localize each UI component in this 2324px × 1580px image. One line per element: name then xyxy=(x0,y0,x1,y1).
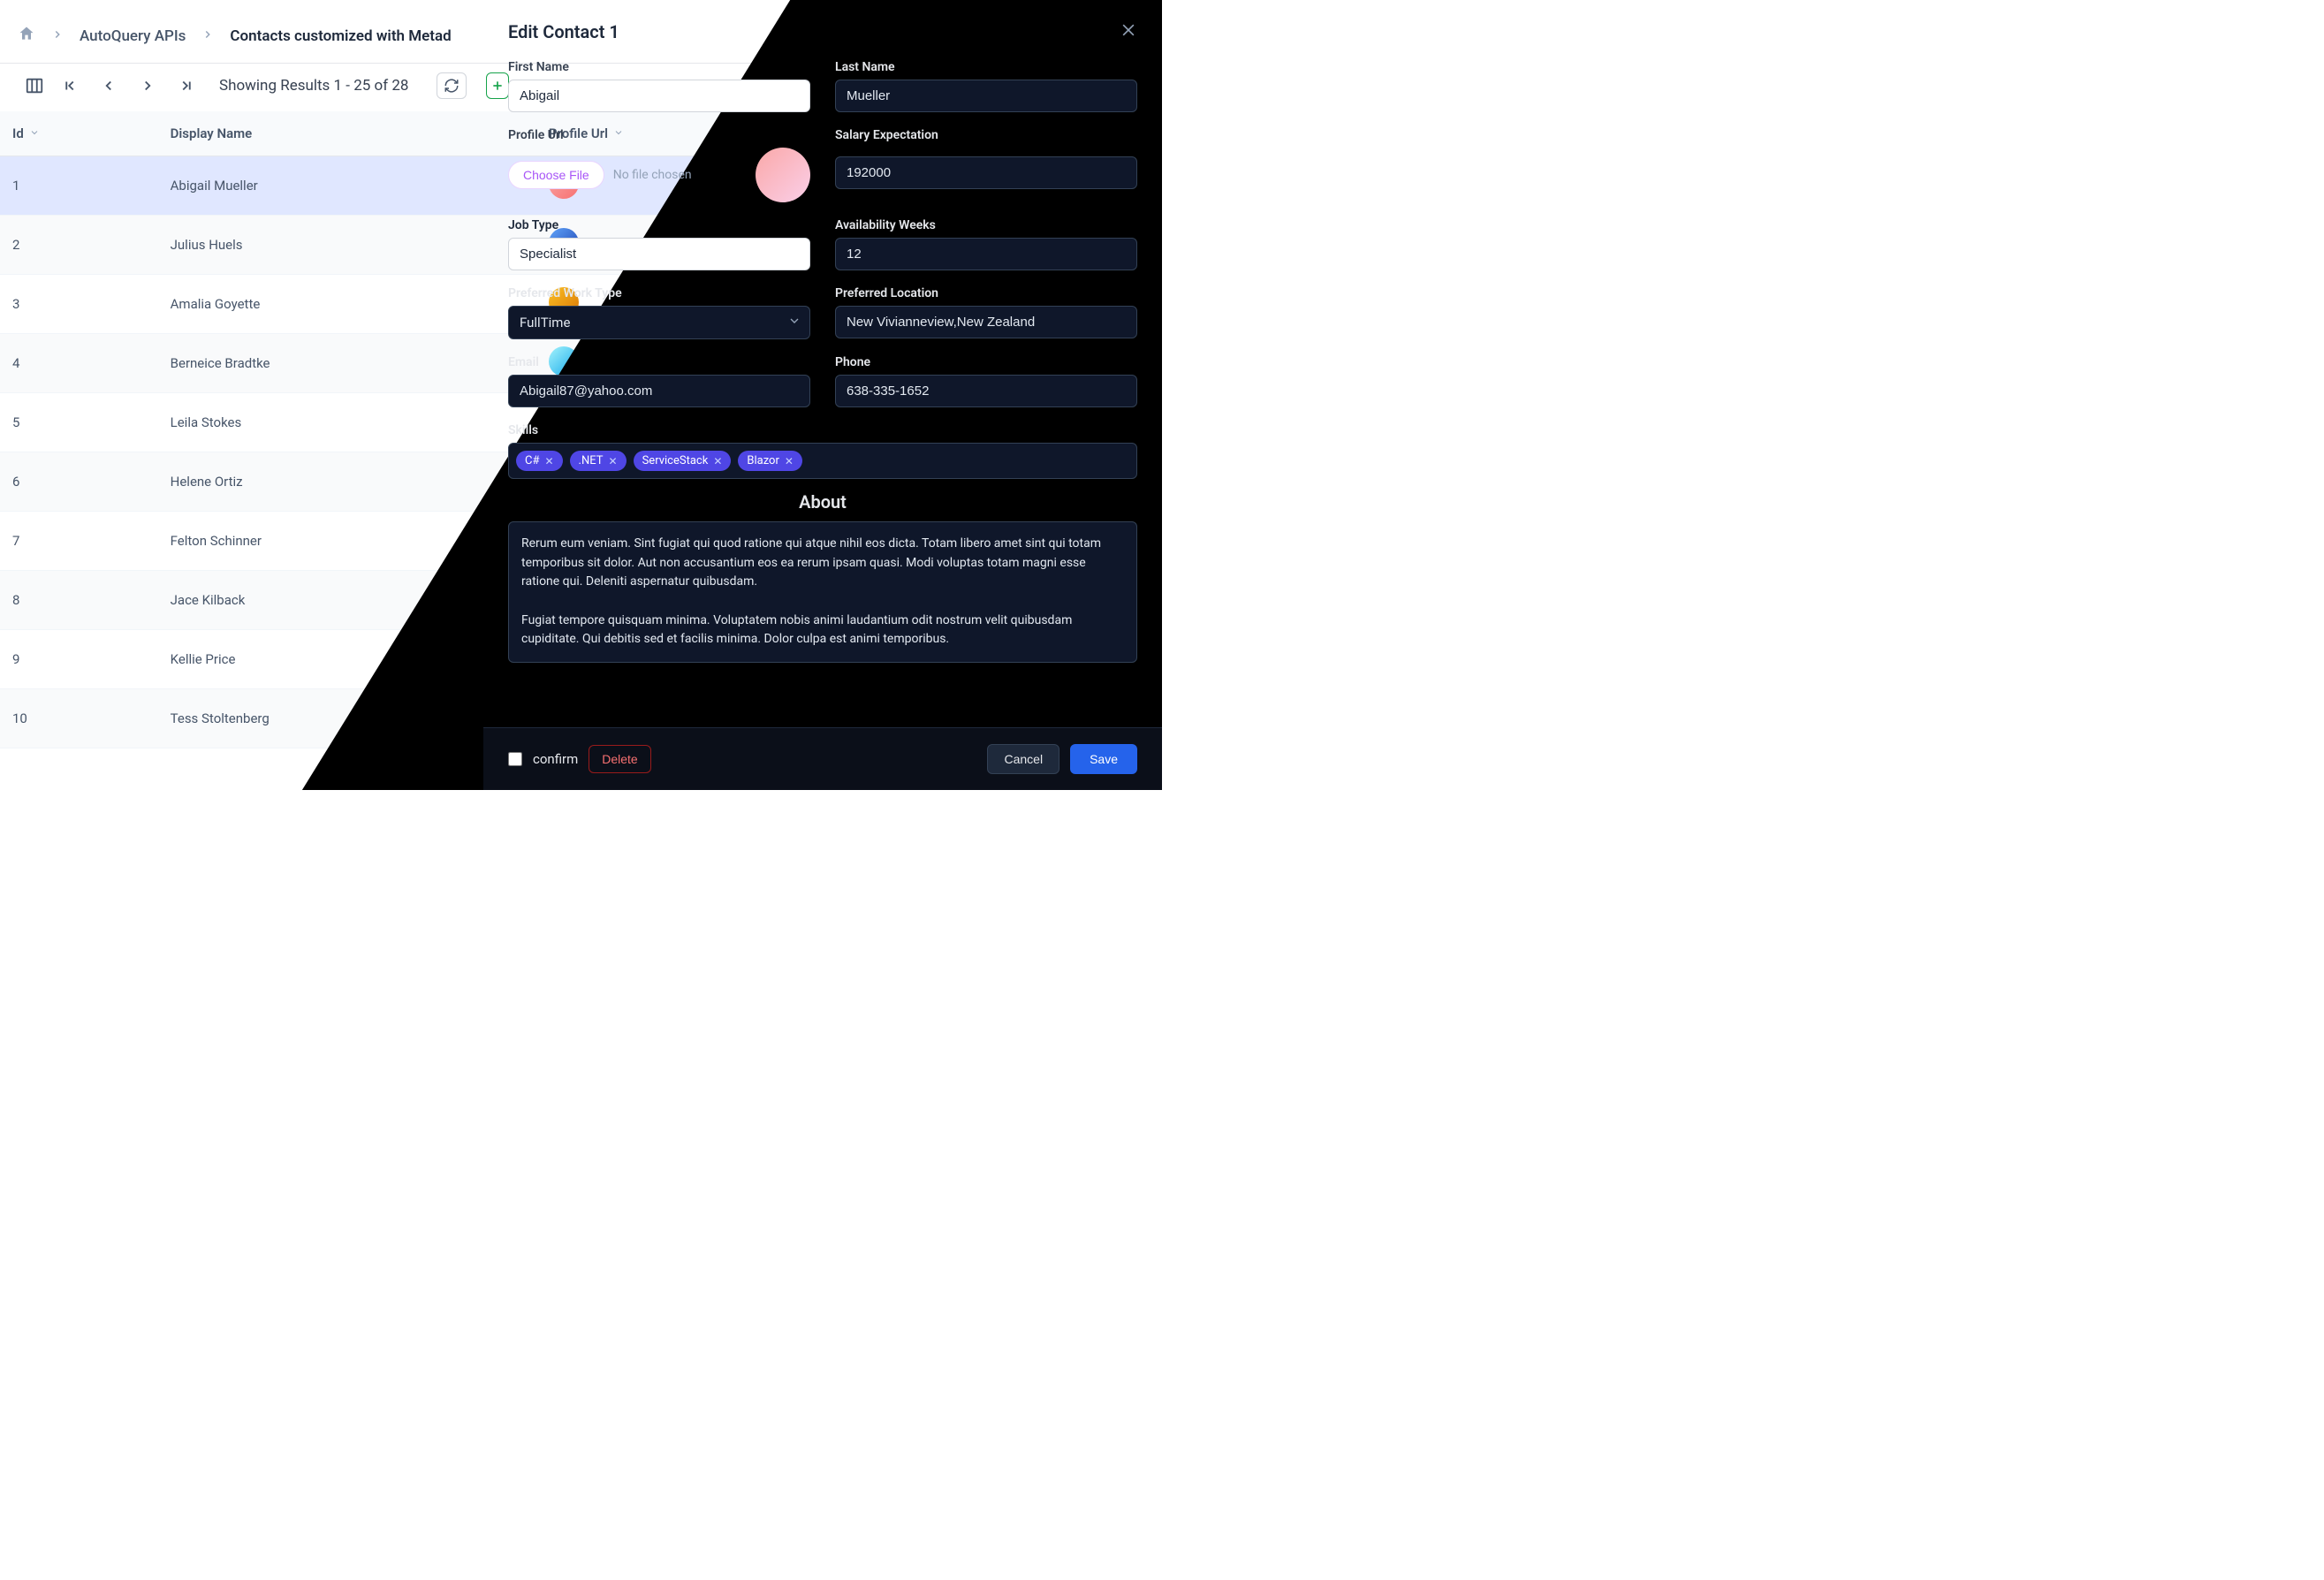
label-location: Preferred Location xyxy=(835,286,1137,300)
label-job-type: Job Type xyxy=(508,218,810,232)
field-first-name: First Name xyxy=(508,60,810,112)
close-icon[interactable] xyxy=(1120,21,1137,42)
avatar xyxy=(756,148,810,202)
work-type-select[interactable]: FullTime xyxy=(508,306,810,339)
first-name-input[interactable] xyxy=(508,80,810,112)
field-availability: Availability Weeks xyxy=(835,218,1137,270)
choose-file-button[interactable]: Choose File xyxy=(508,161,604,189)
breadcrumb-current: Contacts customized with Metad xyxy=(230,27,451,45)
skills-chips[interactable]: C# ✕ .NET ✕ ServiceStack ✕ Blazor ✕ xyxy=(508,443,1137,479)
field-profile-url: Profile Url Choose File No file chosen xyxy=(508,128,810,202)
label-first-name: First Name xyxy=(508,60,810,74)
label-availability: Availability Weeks xyxy=(835,218,1137,232)
field-email: Email xyxy=(508,355,810,407)
chevron-right-icon xyxy=(201,27,214,45)
label-phone: Phone xyxy=(835,355,1137,369)
cell-display-name: Julius Huels xyxy=(158,216,536,275)
delete-button[interactable]: Delete xyxy=(589,745,650,773)
cell-display-name: Amalia Goyette xyxy=(158,275,536,334)
col-id[interactable]: Id xyxy=(0,111,158,156)
field-work-type: Preferred Work Type FullTime xyxy=(508,286,810,339)
label-salary: Salary Expectation xyxy=(835,128,1137,142)
label-skills: Skills xyxy=(508,423,1137,437)
panel-footer: confirm Delete Cancel Save xyxy=(483,727,1162,790)
field-location: Preferred Location xyxy=(835,286,1137,339)
cell-id: 3 xyxy=(0,275,158,334)
cell-display-name: Helene Ortiz xyxy=(158,452,536,512)
cell-id: 8 xyxy=(0,571,158,630)
field-phone: Phone xyxy=(835,355,1137,407)
about-heading: About xyxy=(508,491,1137,513)
phone-input[interactable] xyxy=(835,375,1137,407)
skill-chip[interactable]: .NET ✕ xyxy=(570,451,627,471)
label-last-name: Last Name xyxy=(835,60,1137,74)
cell-id: 5 xyxy=(0,393,158,452)
email-input[interactable] xyxy=(508,375,810,407)
panel-title: Edit Contact 1 xyxy=(508,21,619,42)
no-file-text: No file chosen xyxy=(613,168,692,182)
skill-chip[interactable]: ServiceStack ✕ xyxy=(634,451,732,471)
save-button[interactable]: Save xyxy=(1070,744,1137,774)
breadcrumb-root[interactable]: AutoQuery APIs xyxy=(80,27,186,45)
cell-display-name: Tess Stoltenberg xyxy=(158,689,536,748)
home-icon[interactable] xyxy=(18,25,35,47)
field-salary: Salary Expectation xyxy=(835,128,1137,202)
edit-panel: Edit Contact 1 First Name Last Name xyxy=(483,0,1162,790)
results-text: Showing Results 1 - 25 of 28 xyxy=(219,77,408,95)
cell-id: 7 xyxy=(0,512,158,571)
page-prev-icon[interactable] xyxy=(97,74,120,97)
job-type-input[interactable] xyxy=(508,238,810,270)
cell-display-name: Felton Schinner xyxy=(158,512,536,571)
skill-chip[interactable]: Blazor ✕ xyxy=(738,451,802,471)
refresh-button[interactable] xyxy=(437,72,467,99)
col-display-name[interactable]: Display Name xyxy=(158,111,536,156)
remove-chip-icon[interactable]: ✕ xyxy=(713,455,722,467)
cell-id: 10 xyxy=(0,689,158,748)
availability-input[interactable] xyxy=(835,238,1137,270)
salary-input[interactable] xyxy=(835,156,1137,189)
cell-id: 1 xyxy=(0,156,158,216)
field-last-name: Last Name xyxy=(835,60,1137,112)
about-textarea[interactable]: Rerum eum veniam. Sint fugiat qui quod r… xyxy=(508,521,1137,663)
label-profile-url: Profile Url xyxy=(508,128,810,142)
cell-display-name: Kellie Price xyxy=(158,630,536,689)
skill-chip[interactable]: C# ✕ xyxy=(516,451,563,471)
cell-id: 6 xyxy=(0,452,158,512)
cell-id: 4 xyxy=(0,334,158,393)
chevron-down-icon xyxy=(787,314,801,331)
remove-chip-icon[interactable]: ✕ xyxy=(785,455,794,467)
page-next-icon[interactable] xyxy=(136,74,159,97)
confirm-checkbox[interactable] xyxy=(508,752,522,766)
chevron-down-icon xyxy=(29,127,40,138)
cell-display-name: Berneice Bradtke xyxy=(158,334,536,393)
remove-chip-icon[interactable]: ✕ xyxy=(609,455,618,467)
last-name-input[interactable] xyxy=(835,80,1137,112)
pager xyxy=(58,74,198,97)
cell-display-name: Jace Kilback xyxy=(158,571,536,630)
chevron-right-icon xyxy=(51,27,64,45)
remove-chip-icon[interactable]: ✕ xyxy=(544,455,553,467)
field-job-type: Job Type xyxy=(508,218,810,270)
location-input[interactable] xyxy=(835,306,1137,338)
cell-display-name: Leila Stokes xyxy=(158,393,536,452)
field-skills: Skills C# ✕ .NET ✕ ServiceStack ✕ Blazor ✕ xyxy=(508,423,1137,479)
cell-id: 9 xyxy=(0,630,158,689)
page-last-icon[interactable] xyxy=(175,74,198,97)
cell-id: 2 xyxy=(0,216,158,275)
confirm-label: confirm xyxy=(533,751,578,767)
cancel-button[interactable]: Cancel xyxy=(987,744,1059,774)
cell-display-name: Abigail Mueller xyxy=(158,156,536,216)
columns-icon[interactable] xyxy=(23,74,46,97)
page-first-icon[interactable] xyxy=(58,74,81,97)
label-work-type: Preferred Work Type xyxy=(508,286,810,300)
label-email: Email xyxy=(508,355,810,369)
